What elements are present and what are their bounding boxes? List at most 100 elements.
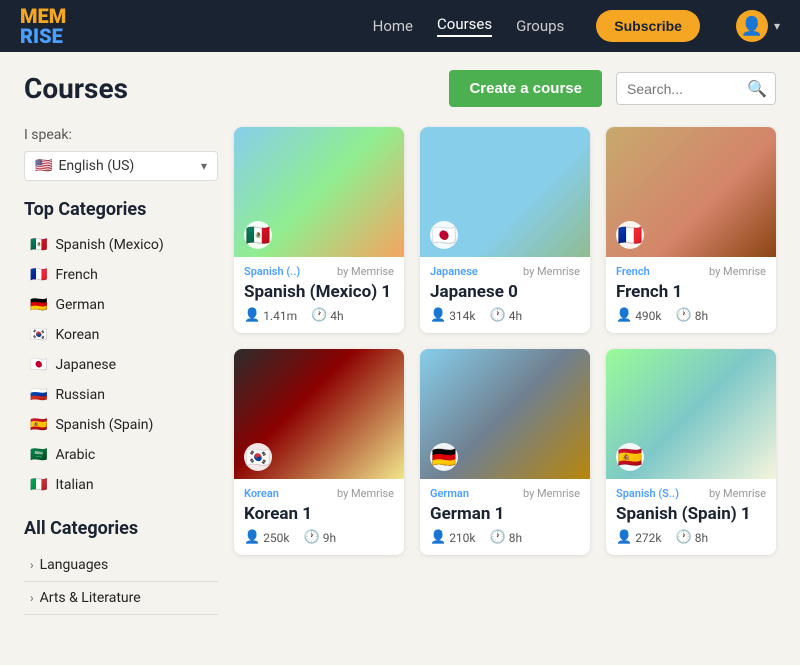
avatar: 👤 bbox=[736, 10, 768, 42]
course-card[interactable]: 🇰🇷 Korean by Memrise Korean 1 👤 250k 🕐 9… bbox=[234, 349, 404, 555]
duration: 🕐 9h bbox=[304, 530, 337, 545]
flag-icon: 🇩🇪 bbox=[30, 297, 47, 313]
all-category-item[interactable]: › Languages bbox=[24, 549, 218, 582]
flag-icon: 🇪🇸 bbox=[30, 417, 47, 433]
sidebar-category-item[interactable]: 🇰🇷 Korean bbox=[24, 320, 218, 350]
clock-icon: 🕐 bbox=[311, 308, 327, 323]
course-by: by Memrise bbox=[523, 487, 580, 500]
sidebar-category-item[interactable]: 🇩🇪 German bbox=[24, 290, 218, 320]
logo[interactable]: MEM RISE bbox=[20, 6, 66, 46]
category-label: Arabic bbox=[55, 447, 95, 463]
student-count: 👤 314k bbox=[430, 308, 476, 323]
sidebar-category-item[interactable]: 🇲🇽 Spanish (Mexico) bbox=[24, 230, 218, 260]
course-name: Spanish (Mexico) 1 bbox=[244, 282, 394, 302]
course-image: 🇪🇸 bbox=[606, 349, 776, 479]
language-selector[interactable]: 🇺🇸 English (US) ▾ bbox=[24, 151, 218, 181]
students-value: 314k bbox=[449, 309, 475, 323]
course-language: Korean bbox=[244, 487, 279, 500]
hours-value: 8h bbox=[695, 309, 708, 323]
search-input[interactable] bbox=[627, 81, 747, 97]
search-box[interactable]: 🔍 bbox=[616, 72, 776, 105]
nav-links: Home Courses Groups Subscribe 👤 ▾ bbox=[373, 10, 780, 42]
hours-value: 9h bbox=[323, 531, 336, 545]
sidebar-category-item[interactable]: 🇮🇹 Italian bbox=[24, 470, 218, 500]
course-body: Korean by Memrise Korean 1 👤 250k 🕐 9h bbox=[234, 479, 404, 555]
course-card[interactable]: 🇯🇵 Japanese by Memrise Japanese 0 👤 314k… bbox=[420, 127, 590, 333]
category-label: Korean bbox=[55, 327, 99, 343]
category-label: German bbox=[55, 297, 104, 313]
sidebar-category-item[interactable]: 🇫🇷 French bbox=[24, 260, 218, 290]
nav-courses[interactable]: Courses bbox=[437, 15, 492, 37]
all-category-label: Arts & Literature bbox=[40, 590, 141, 606]
course-name: French 1 bbox=[616, 282, 766, 302]
course-flag-badge: 🇩🇪 bbox=[430, 443, 458, 471]
logo-mem: MEM bbox=[20, 6, 66, 26]
students-icon: 👤 bbox=[244, 530, 260, 545]
duration: 🕐 8h bbox=[490, 530, 523, 545]
students-value: 490k bbox=[635, 309, 661, 323]
avatar-area[interactable]: 👤 ▾ bbox=[736, 10, 780, 42]
course-body: Japanese by Memrise Japanese 0 👤 314k 🕐 … bbox=[420, 257, 590, 333]
language-chevron-icon: ▾ bbox=[201, 159, 207, 173]
course-flag-badge: 🇫🇷 bbox=[616, 221, 644, 249]
course-stats: 👤 314k 🕐 4h bbox=[430, 308, 580, 323]
course-name: Korean 1 bbox=[244, 504, 394, 524]
course-by: by Memrise bbox=[337, 487, 394, 500]
sidebar-category-item[interactable]: 🇪🇸 Spanish (Spain) bbox=[24, 410, 218, 440]
course-language: Japanese bbox=[430, 265, 478, 278]
course-card[interactable]: 🇲🇽 Spanish (..) by Memrise Spanish (Mexi… bbox=[234, 127, 404, 333]
all-categories-list: › Languages› Arts & Literature bbox=[24, 549, 218, 615]
students-icon: 👤 bbox=[616, 308, 632, 323]
students-value: 250k bbox=[263, 531, 289, 545]
arrow-icon: › bbox=[30, 558, 34, 572]
clock-icon: 🕐 bbox=[490, 530, 506, 545]
students-value: 272k bbox=[635, 531, 661, 545]
student-count: 👤 490k bbox=[616, 308, 662, 323]
student-count: 👤 272k bbox=[616, 530, 662, 545]
course-stats: 👤 1.41m 🕐 4h bbox=[244, 308, 394, 323]
clock-icon: 🕐 bbox=[304, 530, 320, 545]
course-stats: 👤 272k 🕐 8h bbox=[616, 530, 766, 545]
course-image: 🇲🇽 bbox=[234, 127, 404, 257]
course-image: 🇰🇷 bbox=[234, 349, 404, 479]
course-meta: German by Memrise bbox=[430, 487, 580, 500]
student-count: 👤 210k bbox=[430, 530, 476, 545]
course-meta: Spanish (..) by Memrise bbox=[244, 265, 394, 278]
course-flag-badge: 🇯🇵 bbox=[430, 221, 458, 249]
duration: 🕐 8h bbox=[676, 308, 709, 323]
course-card[interactable]: 🇫🇷 French by Memrise French 1 👤 490k 🕐 8… bbox=[606, 127, 776, 333]
course-name: Japanese 0 bbox=[430, 282, 580, 302]
main-header: Courses Create a course 🔍 bbox=[0, 52, 800, 117]
all-category-item[interactable]: › Arts & Literature bbox=[24, 582, 218, 615]
course-body: German by Memrise German 1 👤 210k 🕐 8h bbox=[420, 479, 590, 555]
flag-icon: 🇯🇵 bbox=[30, 357, 47, 373]
flag-icon: 🇷🇺 bbox=[30, 387, 47, 403]
sidebar-category-item[interactable]: 🇯🇵 Japanese bbox=[24, 350, 218, 380]
course-meta: French by Memrise bbox=[616, 265, 766, 278]
duration: 🕐 4h bbox=[490, 308, 523, 323]
course-by: by Memrise bbox=[709, 487, 766, 500]
students-icon: 👤 bbox=[430, 308, 446, 323]
student-count: 👤 1.41m bbox=[244, 308, 297, 323]
course-card[interactable]: 🇩🇪 German by Memrise German 1 👤 210k 🕐 8… bbox=[420, 349, 590, 555]
category-label: Spanish (Mexico) bbox=[55, 237, 163, 253]
language-flag: 🇺🇸 bbox=[35, 158, 52, 174]
course-flag-badge: 🇲🇽 bbox=[244, 221, 272, 249]
duration: 🕐 8h bbox=[676, 530, 709, 545]
nav-home[interactable]: Home bbox=[373, 17, 413, 35]
flag-icon: 🇮🇹 bbox=[30, 477, 47, 493]
sidebar-category-item[interactable]: 🇸🇦 Arabic bbox=[24, 440, 218, 470]
subscribe-button[interactable]: Subscribe bbox=[596, 10, 700, 42]
all-categories-title: All Categories bbox=[24, 518, 218, 539]
hours-value: 8h bbox=[509, 531, 522, 545]
hours-value: 4h bbox=[509, 309, 522, 323]
sidebar-category-item[interactable]: 🇷🇺 Russian bbox=[24, 380, 218, 410]
course-card[interactable]: 🇪🇸 Spanish (S..) by Memrise Spanish (Spa… bbox=[606, 349, 776, 555]
hours-value: 4h bbox=[330, 309, 343, 323]
course-stats: 👤 210k 🕐 8h bbox=[430, 530, 580, 545]
nav-groups[interactable]: Groups bbox=[516, 17, 564, 35]
logo-rise: RISE bbox=[20, 26, 66, 46]
hours-value: 8h bbox=[695, 531, 708, 545]
create-course-button[interactable]: Create a course bbox=[449, 70, 602, 107]
i-speak-label: I speak: bbox=[24, 127, 218, 143]
